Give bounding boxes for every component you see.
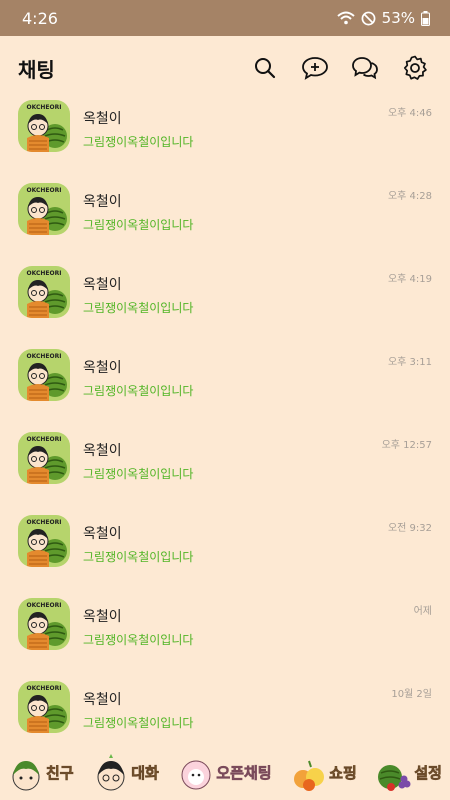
- chat-text: 옥철이 그림쟁이옥철이입니다: [83, 100, 193, 150]
- openchat-character-icon: [181, 760, 211, 789]
- chat-preview: 그림쟁이옥철이입니다: [83, 633, 194, 647]
- avatar: OKCHEORI: [18, 681, 70, 733]
- chat-text: 옥철이 그림쟁이옥철이입니다: [83, 515, 193, 565]
- status-bar: 4:26 53%: [0, 0, 450, 36]
- okcheori-profile-icon: OKCHEORI: [27, 685, 67, 733]
- tab-friends[interactable]: 친구: [8, 753, 74, 793]
- chat-time: 오후 4:28: [387, 191, 432, 202]
- tab-label: 오픈채팅: [216, 764, 272, 783]
- chat-name: 옥철이: [83, 360, 122, 376]
- tab-label: 쇼핑: [329, 764, 357, 783]
- chat-text: 옥철이 그림쟁이옥철이입니다: [83, 681, 193, 731]
- do-not-disturb-icon: [361, 11, 376, 25]
- chat-time: 오후 4:19: [387, 274, 432, 285]
- tab-label: 친구: [46, 764, 74, 783]
- avatar: OKCHEORI: [18, 598, 70, 650]
- status-time: 4:26: [22, 8, 58, 28]
- avatar-text: OKCHEORI: [27, 104, 62, 111]
- avatar: OKCHEORI: [18, 183, 70, 235]
- avatar-text: OKCHEORI: [27, 519, 62, 526]
- okcheori-profile-icon: OKCHEORI: [27, 353, 67, 401]
- bottom-tab-bar: 친구 대화 오픈채팅 쇼핑 설정: [0, 745, 450, 800]
- chat-name: 옥철이: [83, 692, 122, 708]
- avatar: OKCHEORI: [18, 100, 70, 152]
- avatar-text: OKCHEORI: [27, 187, 62, 194]
- chat-text: 옥철이 그림쟁이옥철이입니다: [83, 266, 193, 316]
- chat-time: 어제: [413, 606, 432, 617]
- chat-time: 10월 2일: [391, 689, 432, 700]
- tab-label: 설정: [414, 764, 442, 783]
- chat-preview: 그림쟁이옥철이입니다: [83, 716, 194, 730]
- okcheori-profile-icon: OKCHEORI: [27, 187, 67, 235]
- okcheori-profile-icon: OKCHEORI: [27, 270, 67, 318]
- settings-icon: [403, 55, 427, 80]
- chat-row[interactable]: OKCHEORI 옥철이 그림쟁이옥철이입니다 오후 12:57: [0, 428, 450, 511]
- open-chat-button[interactable]: [350, 53, 380, 83]
- search-icon: [255, 58, 276, 79]
- chat-text: 옥철이 그림쟁이옥철이입니다: [83, 598, 193, 648]
- chat-row[interactable]: OKCHEORI 옥철이 그림쟁이옥철이입니다 어제: [0, 594, 450, 677]
- tab-settings[interactable]: 설정: [376, 753, 442, 793]
- tab-shopping[interactable]: 쇼핑: [291, 753, 357, 793]
- chat-preview: 그림쟁이옥철이입니다: [83, 467, 194, 481]
- avatar-text: OKCHEORI: [27, 270, 62, 277]
- chat-name: 옥철이: [83, 609, 122, 625]
- chat-time: 오후 4:46: [387, 108, 432, 119]
- tab-chats[interactable]: 대화: [93, 753, 159, 793]
- avatar: OKCHEORI: [18, 432, 70, 484]
- avatar-text: OKCHEORI: [27, 353, 62, 360]
- page-title: 채팅: [18, 57, 55, 82]
- settings-button[interactable]: [400, 53, 430, 83]
- app-header: 채팅: [0, 36, 450, 100]
- chat-name: 옥철이: [83, 443, 122, 459]
- chat-name: 옥철이: [83, 526, 122, 542]
- shopping-fruit-icon: [294, 760, 325, 791]
- chat-preview: 그림쟁이옥철이입니다: [83, 218, 194, 232]
- avatar: OKCHEORI: [18, 515, 70, 567]
- avatar-text: OKCHEORI: [27, 602, 62, 609]
- avatar: OKCHEORI: [18, 349, 70, 401]
- battery-icon: [421, 10, 430, 26]
- chat-name: 옥철이: [83, 277, 122, 293]
- chat-row[interactable]: OKCHEORI 옥철이 그림쟁이옥철이입니다 오후 4:19: [0, 262, 450, 345]
- chat-row[interactable]: OKCHEORI 옥철이 그림쟁이옥철이입니다 오후 4:28: [0, 179, 450, 262]
- chat-list: OKCHEORI 옥철이 그림쟁이옥철이입니다 오후 4:46 OKCHEORI: [0, 96, 450, 760]
- battery-percent: 53%: [381, 9, 415, 27]
- chats-character-icon: [97, 753, 125, 790]
- avatar-text: OKCHEORI: [27, 685, 62, 692]
- avatar-text: OKCHEORI: [27, 436, 62, 443]
- header-actions: [250, 53, 430, 83]
- settings-fruit-icon: [378, 764, 411, 791]
- wifi-icon: [336, 11, 355, 25]
- chat-time: 오후 12:57: [381, 440, 432, 451]
- chat-text: 옥철이 그림쟁이옥철이입니다: [83, 349, 193, 399]
- okcheori-profile-icon: OKCHEORI: [27, 519, 67, 567]
- open-chat-icon: [352, 57, 378, 80]
- new-chat-button[interactable]: [300, 53, 330, 83]
- tab-label: 대화: [131, 764, 159, 783]
- status-icons: 53%: [336, 9, 430, 27]
- new-chat-icon: [302, 57, 328, 80]
- chat-preview: 그림쟁이옥철이입니다: [83, 384, 194, 398]
- chat-text: 옥철이 그림쟁이옥철이입니다: [83, 432, 193, 482]
- friends-character-icon: [12, 760, 40, 790]
- avatar: OKCHEORI: [18, 266, 70, 318]
- chat-row[interactable]: OKCHEORI 옥철이 그림쟁이옥철이입니다 오후 3:11: [0, 345, 450, 428]
- chat-preview: 그림쟁이옥철이입니다: [83, 550, 194, 564]
- chat-row[interactable]: OKCHEORI 옥철이 그림쟁이옥철이입니다 오전 9:32: [0, 511, 450, 594]
- chat-time: 오전 9:32: [387, 523, 432, 534]
- okcheori-profile-icon: OKCHEORI: [27, 602, 67, 650]
- chat-name: 옥철이: [83, 194, 122, 210]
- chat-preview: 그림쟁이옥철이입니다: [83, 135, 194, 149]
- chat-text: 옥철이 그림쟁이옥철이입니다: [83, 183, 193, 233]
- search-button[interactable]: [250, 53, 280, 83]
- chat-row[interactable]: OKCHEORI 옥철이 그림쟁이옥철이입니다 오후 4:46: [0, 96, 450, 179]
- okcheori-profile-icon: OKCHEORI: [27, 436, 67, 484]
- chat-preview: 그림쟁이옥철이입니다: [83, 301, 194, 315]
- chat-time: 오후 3:11: [387, 357, 432, 368]
- okcheori-profile-icon: OKCHEORI: [27, 104, 67, 152]
- chat-name: 옥철이: [83, 111, 122, 127]
- tab-openchat[interactable]: 오픈채팅: [178, 753, 272, 793]
